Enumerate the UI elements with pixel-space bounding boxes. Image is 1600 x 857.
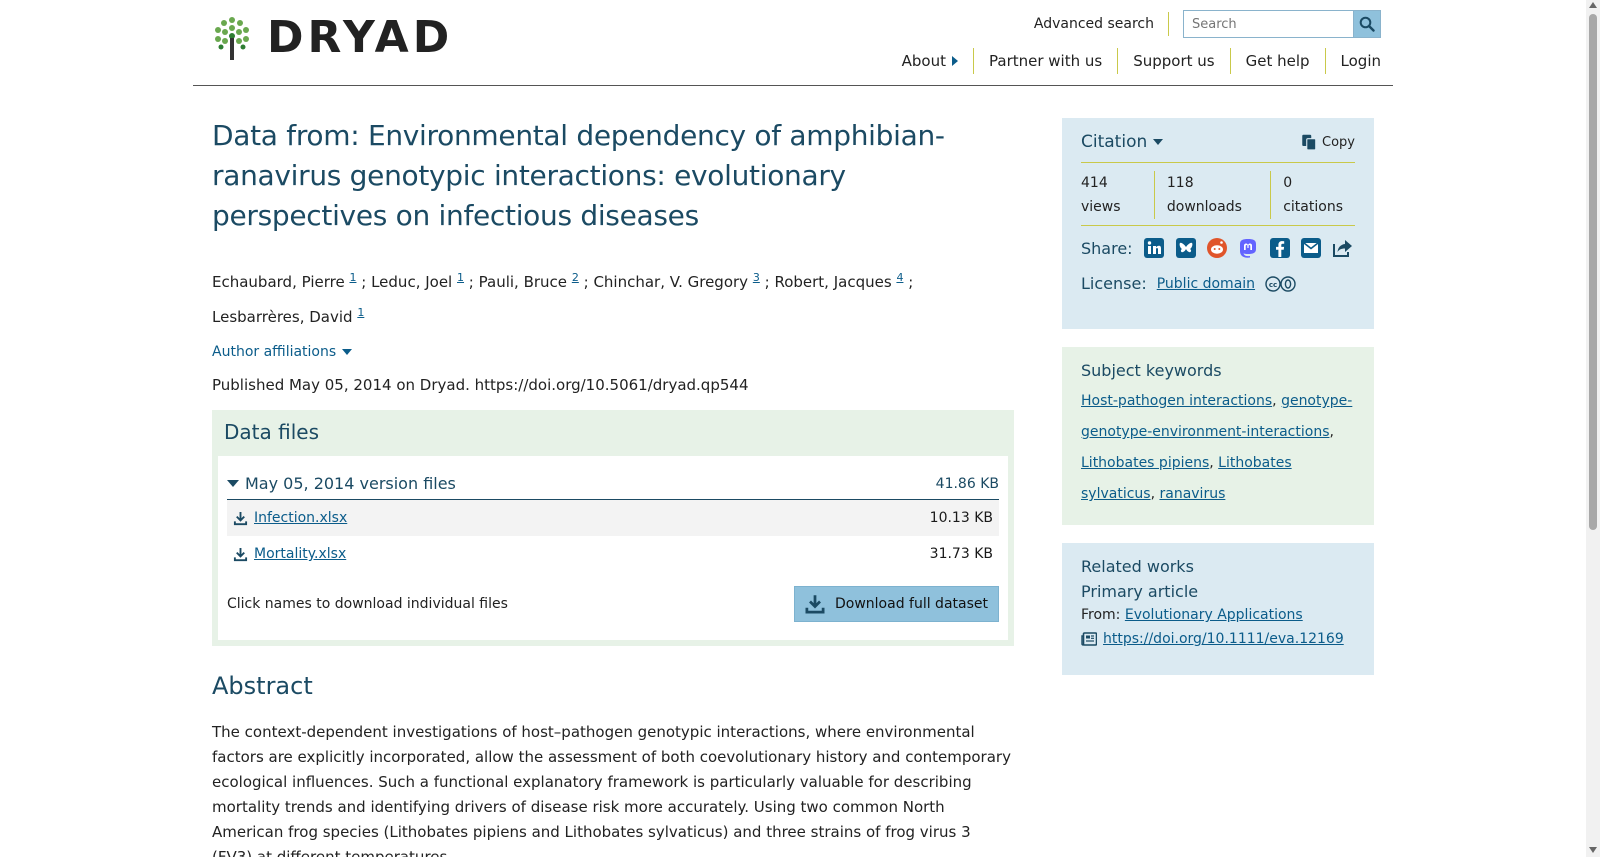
mastodon-icon[interactable] bbox=[1237, 236, 1260, 260]
share-row: Share: bbox=[1081, 236, 1355, 260]
data-files-title: Data files bbox=[224, 420, 319, 444]
keywords-heading: Subject keywords bbox=[1081, 361, 1222, 380]
nav-help[interactable]: Get help bbox=[1229, 48, 1325, 74]
abstract-heading: Abstract bbox=[212, 672, 313, 700]
email-icon[interactable] bbox=[1300, 236, 1323, 260]
license-label: License: bbox=[1081, 274, 1147, 293]
copy-citation-button[interactable]: Copy bbox=[1300, 133, 1355, 151]
file-link[interactable]: Mortality.xlsx bbox=[254, 546, 346, 562]
file-size: 10.13 KB bbox=[929, 510, 993, 526]
keyword-link[interactable]: Host-pathogen interactions bbox=[1081, 393, 1272, 409]
version-size: 41.86 KB bbox=[935, 475, 999, 492]
affiliation-link[interactable]: 1 bbox=[357, 306, 364, 319]
dryad-logo[interactable]: DRYAD bbox=[213, 16, 453, 60]
related-works-heading: Related works bbox=[1081, 557, 1194, 576]
main-content: Data from: Environmental dependency of a… bbox=[212, 116, 1014, 857]
site-header: DRYAD Advanced search About Partner with… bbox=[193, 0, 1393, 86]
svg-text:cc: cc bbox=[1269, 281, 1277, 289]
affiliation-link[interactable]: 1 bbox=[457, 271, 464, 284]
share-icon[interactable] bbox=[1331, 236, 1355, 260]
reddit-icon[interactable] bbox=[1205, 236, 1228, 260]
cc-zero-icon: cc bbox=[1265, 275, 1296, 292]
from-line: From: Evolutionary Applications bbox=[1081, 607, 1303, 623]
keyword-link[interactable]: Lithobates pipiens bbox=[1081, 455, 1209, 471]
subject-keywords-panel: Subject keywords Host-pathogen interacti… bbox=[1062, 347, 1374, 525]
keyword-link[interactable]: ranavirus bbox=[1159, 486, 1225, 502]
main-nav: About Partner with us Support us Get hel… bbox=[887, 48, 1381, 74]
facebook-icon[interactable] bbox=[1268, 236, 1291, 260]
linkedin-icon[interactable] bbox=[1143, 236, 1166, 260]
header-search-area: Advanced search bbox=[1034, 10, 1381, 38]
scroll-up-icon[interactable] bbox=[1589, 2, 1597, 8]
search-button[interactable] bbox=[1353, 10, 1381, 38]
keyword-list: Host-pathogen interactions, genotype-gen… bbox=[1081, 393, 1353, 502]
nav-about[interactable]: About bbox=[887, 48, 973, 74]
nav-partner[interactable]: Partner with us bbox=[973, 48, 1117, 74]
download-hint: Click names to download individual files bbox=[227, 596, 508, 612]
data-files-panel: Data files May 05, 2014 version files 41… bbox=[212, 410, 1014, 646]
tree-icon bbox=[215, 17, 249, 60]
author-affiliations-toggle[interactable]: Author affiliations bbox=[212, 344, 1014, 360]
author-name: Leduc, Joel bbox=[371, 273, 453, 291]
author-name: Lesbarrères, David bbox=[212, 308, 353, 326]
search-icon bbox=[1359, 16, 1375, 32]
article-icon bbox=[1081, 632, 1097, 646]
author-name: Echaubard, Pierre bbox=[212, 273, 345, 291]
copy-icon bbox=[1302, 134, 1317, 151]
metrics-row: 414 views 118 downloads 0 citations bbox=[1081, 171, 1355, 226]
scrollbar[interactable] bbox=[1586, 0, 1600, 857]
version-toggle[interactable]: May 05, 2014 version files 41.86 KB bbox=[227, 474, 999, 500]
author-name: Chinchar, V. Gregory bbox=[593, 273, 749, 291]
affiliation-link[interactable]: 4 bbox=[896, 271, 903, 284]
abstract-text: The context-dependent investigations of … bbox=[212, 723, 1011, 857]
download-icon bbox=[805, 595, 825, 614]
download-icon bbox=[233, 547, 248, 561]
nav-support[interactable]: Support us bbox=[1117, 48, 1229, 74]
caret-right-icon bbox=[952, 56, 958, 66]
downloads-stat: 118 downloads bbox=[1153, 171, 1270, 219]
caret-down-icon bbox=[227, 480, 239, 487]
author-name: Pauli, Bruce bbox=[478, 273, 568, 291]
search-input[interactable] bbox=[1183, 10, 1353, 38]
bluesky-icon[interactable] bbox=[1174, 236, 1197, 260]
author-name: Robert, Jacques bbox=[774, 273, 892, 291]
affiliation-link[interactable]: 2 bbox=[572, 271, 579, 284]
file-size: 31.73 KB bbox=[929, 546, 993, 562]
download-full-dataset-button[interactable]: Download full dataset bbox=[793, 586, 999, 622]
logo-wordmark: DRYAD bbox=[267, 12, 454, 63]
file-row: Infection.xlsx 10.13 KB bbox=[227, 500, 999, 536]
doi-link[interactable]: https://doi.org/10.1111/eva.12169 bbox=[1103, 631, 1344, 647]
journal-link[interactable]: Evolutionary Applications bbox=[1125, 607, 1303, 623]
citations-stat: 0 citations bbox=[1270, 171, 1355, 219]
affiliation-link[interactable]: 3 bbox=[753, 271, 760, 284]
file-row: Mortality.xlsx 31.73 KB bbox=[227, 536, 999, 572]
related-works-panel: Related works Primary article From: Evol… bbox=[1062, 543, 1374, 675]
license-link[interactable]: Public domain bbox=[1157, 276, 1255, 292]
nav-login[interactable]: Login bbox=[1324, 48, 1381, 74]
advanced-search-link[interactable]: Advanced search bbox=[1034, 12, 1169, 36]
scroll-down-icon[interactable] bbox=[1589, 847, 1597, 853]
file-link[interactable]: Infection.xlsx bbox=[254, 510, 347, 526]
views-stat: 414 views bbox=[1081, 175, 1121, 215]
data-files-inner: May 05, 2014 version files 41.86 KB Infe… bbox=[218, 456, 1008, 640]
citation-panel: Citation Copy 414 views 118 downloads 0 … bbox=[1062, 118, 1374, 329]
published-line: Published May 05, 2014 on Dryad. https:/… bbox=[212, 376, 749, 394]
caret-down-icon bbox=[342, 349, 353, 355]
citation-toggle[interactable]: Citation bbox=[1081, 132, 1164, 152]
version-label: May 05, 2014 version files bbox=[245, 474, 456, 493]
license-row: License: Public domain cc bbox=[1081, 274, 1355, 293]
primary-article-label: Primary article bbox=[1081, 582, 1199, 601]
scrollbar-thumb[interactable] bbox=[1589, 14, 1597, 530]
author-list: Echaubard, Pierre 1 ; Leduc, Joel 1 ; Pa… bbox=[212, 271, 914, 326]
doi-line: https://doi.org/10.1111/eva.12169 bbox=[1081, 631, 1355, 647]
page-title: Data from: Environmental dependency of a… bbox=[212, 119, 945, 232]
affiliation-link[interactable]: 1 bbox=[349, 271, 356, 284]
share-label: Share: bbox=[1081, 238, 1133, 258]
caret-down-icon bbox=[1153, 139, 1164, 145]
download-icon bbox=[233, 511, 248, 525]
